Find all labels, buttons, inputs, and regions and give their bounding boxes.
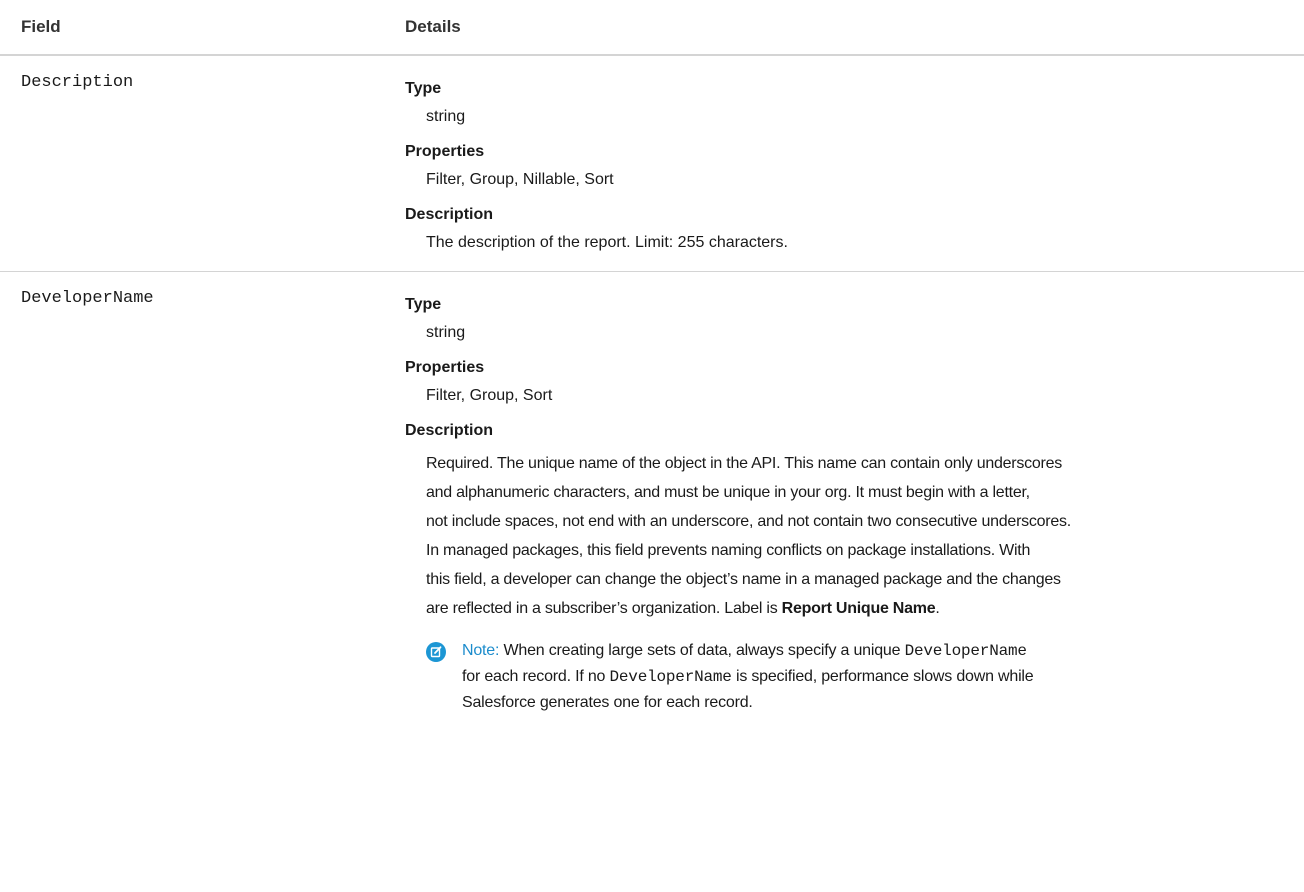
label-name: Report Unique Name	[781, 600, 936, 617]
note-code: DeveloperName	[904, 642, 1027, 660]
description-value: The description of the report. Limit: 25…	[426, 234, 788, 251]
field-reference-table: Field Details Description Type string Pr…	[0, 0, 1304, 892]
description-label: Description	[405, 422, 494, 439]
properties-label: Properties	[405, 359, 485, 376]
note-line: Note: When creating large sets of data, …	[462, 638, 1302, 664]
type-value: string	[426, 324, 466, 341]
table-row: DeveloperName Type string Properties Fil…	[0, 272, 1304, 892]
table-row: Description Type string Properties Filte…	[0, 56, 1304, 272]
field-name: DeveloperName	[21, 289, 154, 308]
edit-note-icon	[426, 642, 446, 662]
description-line: and alphanumeric characters, and must be…	[426, 484, 1030, 501]
description-value: Required. The unique name of the object …	[426, 449, 1296, 623]
description-line: are reflected in a subscriber’s organiza…	[426, 594, 1296, 623]
note-text-part: is specified, performance slows down whi…	[731, 668, 1034, 685]
type-label: Type	[405, 296, 442, 313]
note-label: Note:	[462, 642, 500, 659]
properties-label: Properties	[405, 143, 485, 160]
note-line: Salesforce generates one for each record…	[462, 694, 753, 711]
type-label: Type	[405, 80, 442, 97]
description-line: In managed packages, this field prevents…	[426, 542, 1031, 559]
note-text: Note: When creating large sets of data, …	[462, 638, 1302, 716]
table-header: Field Details	[0, 0, 1304, 56]
note-line: for each record. If no DeveloperName is …	[462, 664, 1302, 690]
description-text: are reflected in a subscriber’s organiza…	[426, 600, 782, 617]
note-text-part: When creating large sets of data, always…	[499, 642, 905, 659]
description-line: this field, a developer can change the o…	[426, 571, 1061, 588]
description-line: Required. The unique name of the object …	[426, 455, 1062, 472]
column-header-details: Details	[405, 17, 461, 36]
edit-note-icon-glyph	[430, 646, 442, 658]
field-name: Description	[21, 73, 134, 92]
note-code: DeveloperName	[609, 668, 732, 686]
properties-value: Filter, Group, Nillable, Sort	[426, 171, 614, 188]
description-end: .	[935, 600, 940, 617]
description-line: not include spaces, not end with an unde…	[426, 513, 1071, 530]
description-label: Description	[405, 206, 494, 223]
type-value: string	[426, 108, 466, 125]
column-header-field: Field	[21, 17, 61, 36]
note-text-part: for each record. If no	[462, 668, 610, 685]
properties-value: Filter, Group, Sort	[426, 387, 553, 404]
